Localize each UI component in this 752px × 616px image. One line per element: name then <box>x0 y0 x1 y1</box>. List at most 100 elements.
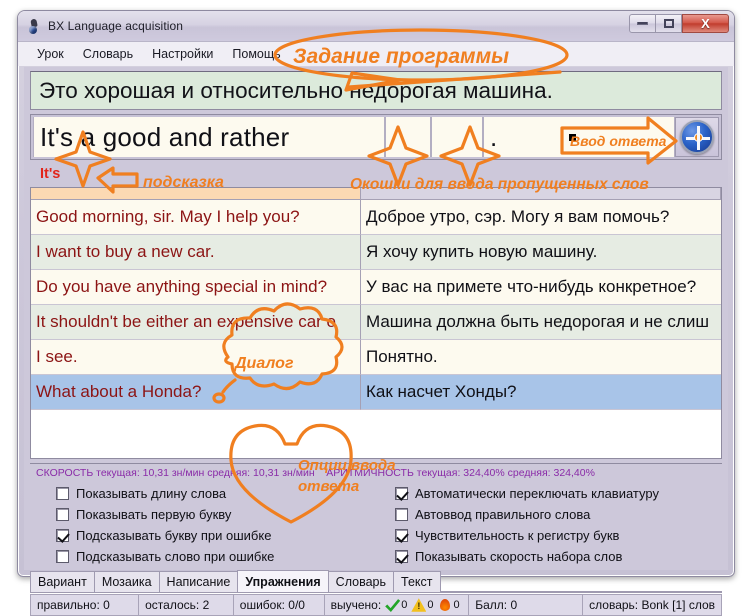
tab-napisanie[interactable]: Написание <box>158 571 239 592</box>
menu-nastroyki[interactable]: Настройки <box>143 44 223 64</box>
option-label: Чувствительность к регистру букв <box>415 528 620 543</box>
checkbox-icon[interactable] <box>395 508 408 521</box>
window-title: BX Language acquisition <box>48 19 184 33</box>
stats-line: СКОРОСТЬ текущая: 10,31 зн/мин средняя: … <box>36 467 718 479</box>
option-hint-word-on-error[interactable]: Подсказывать слово при ошибке <box>56 546 383 567</box>
submit-answer-button[interactable] <box>675 117 719 157</box>
minimize-button[interactable] <box>629 14 656 33</box>
compass-submit-icon <box>680 120 714 154</box>
options-panel: СКОРОСТЬ текущая: 10,31 зн/мин средняя: … <box>30 463 722 568</box>
dialog-en-3: Do you have anything special in mind? <box>31 270 361 305</box>
tab-slovar[interactable]: Словарь <box>327 571 395 592</box>
hint-text: It's <box>40 166 61 182</box>
status-learned-flame-count: 0 <box>453 599 460 611</box>
checkbox-icon[interactable] <box>56 508 69 521</box>
options-right-column: Автоматически переключать клавиатуру Авт… <box>383 483 722 567</box>
option-label: Автоввод правильного слова <box>415 507 591 522</box>
status-learned: выучено: 0 0 0 <box>323 594 469 616</box>
tab-uprazhneniya[interactable]: Упражнения <box>237 570 329 592</box>
answer-typed-text[interactable]: It's a good and rather <box>33 117 385 157</box>
answer-tail[interactable]: . <box>483 117 675 157</box>
answer-period: . <box>490 121 498 152</box>
client-area: Это хорошая и относительно недорогая маш… <box>24 67 728 616</box>
tab-mozaika[interactable]: Мозаика <box>93 571 160 592</box>
status-errors: ошибок: 0/0 <box>232 594 324 616</box>
close-button[interactable]: X <box>682 14 729 33</box>
option-autofill-correct-word[interactable]: Автоввод правильного слова <box>395 504 722 525</box>
dialog-table-filler <box>31 410 721 458</box>
maximize-icon <box>663 19 674 28</box>
menu-urok[interactable]: Урок <box>28 44 74 64</box>
status-score: Балл: 0 <box>468 594 583 616</box>
status-learned-warn-count: 0 <box>427 599 434 611</box>
option-label: Показывать длину слова <box>76 486 227 501</box>
hint-row: It's <box>30 162 722 186</box>
checkbox-checked-icon[interactable] <box>395 487 408 500</box>
gap-input-2[interactable] <box>431 117 483 157</box>
speed-average: средняя: 10,31 зн/мин <box>207 467 315 479</box>
dialog-header-russian[interactable] <box>361 188 721 200</box>
dialog-ru-2: Я хочу купить новую машину. <box>361 235 721 270</box>
tab-variant[interactable]: Вариант <box>30 571 95 592</box>
gap-input-1[interactable] <box>385 117 431 157</box>
dialog-en-4: It shouldn't be either an expensive car … <box>31 305 361 340</box>
application-window: BX Language acquisition X Урок Словарь Н… <box>17 10 735 616</box>
status-dictionary: словарь: Bonk [1] слов <box>582 594 723 616</box>
checkbox-checked-icon[interactable] <box>395 550 408 563</box>
dialog-ru-3: У вас на примете что-нибудь конкретное? <box>361 270 721 305</box>
option-label: Подсказывать букву при ошибке <box>76 528 272 543</box>
speed-label: СКОРОСТЬ <box>36 467 94 479</box>
dialog-en-5: I see. <box>31 340 361 375</box>
option-auto-switch-keyboard[interactable]: Автоматически переключать клавиатуру <box>395 483 722 504</box>
table-row[interactable]: I want to buy a new car. Я хочу купить н… <box>31 235 721 270</box>
task-prompt-text: Это хорошая и относительно недорогая маш… <box>39 77 553 103</box>
maximize-button[interactable] <box>655 14 682 33</box>
checkbox-checked-icon[interactable] <box>395 529 408 542</box>
checkbox-icon[interactable] <box>56 487 69 500</box>
table-row[interactable]: I see. Понятно. <box>31 340 721 375</box>
menu-pomosch[interactable]: Помощь <box>223 44 290 64</box>
option-label: Показывать скорость набора слов <box>415 549 623 564</box>
minimize-icon <box>637 22 648 25</box>
dialog-header-english[interactable] <box>31 188 361 200</box>
checkbox-checked-icon[interactable] <box>56 529 69 542</box>
arrhythmia-current: текущая: 324,40% <box>416 467 505 479</box>
table-row[interactable]: Do you have anything special in mind? У … <box>31 270 721 305</box>
dialog-ru-6: Как насчет Хонды? <box>361 375 721 410</box>
status-correct: правильно: 0 <box>30 594 139 616</box>
option-show-word-length[interactable]: Показывать длину слова <box>56 483 383 504</box>
table-row[interactable]: It shouldn't be either an expensive car … <box>31 305 721 340</box>
dialog-table-header <box>31 188 721 200</box>
status-learned-label: выучено: <box>330 598 382 612</box>
text-caret <box>569 133 577 141</box>
option-show-typing-speed[interactable]: Показывать скорость набора слов <box>395 546 722 567</box>
status-remaining: осталось: 2 <box>138 594 233 616</box>
options-columns: Показывать длину слова Показывать первую… <box>30 483 722 567</box>
table-row-selected[interactable]: What about a Honda? Как насчет Хонды? <box>31 375 721 410</box>
dialog-ru-1: Доброе утро, сэр. Могу я вам помочь? <box>361 200 721 235</box>
menu-slovar[interactable]: Словарь <box>74 44 143 64</box>
checkbox-icon[interactable] <box>56 550 69 563</box>
tab-tekst[interactable]: Текст <box>393 571 441 592</box>
tab-bar: Вариант Мозаика Написание Упражнения Сло… <box>30 570 722 593</box>
option-case-sensitive[interactable]: Чувствительность к регистру букв <box>395 525 722 546</box>
dialog-ru-4: Машина должна быть недорогая и не слиш <box>361 305 721 340</box>
arrhythmia-average: средняя: 324,40% <box>507 467 595 479</box>
dialog-table[interactable]: Good morning, sir. May I help you? Добро… <box>30 187 722 459</box>
option-label: Автоматически переключать клавиатуру <box>415 486 659 501</box>
speed-current: текущая: 10,31 зн/мин <box>96 467 205 479</box>
app-pin-icon <box>26 18 42 34</box>
dialog-en-6: What about a Honda? <box>31 375 361 410</box>
task-prompt-panel: Это хорошая и относительно недорогая маш… <box>30 71 722 110</box>
menu-bar: Урок Словарь Настройки Помощь <box>18 41 734 66</box>
option-hint-letter-on-error[interactable]: Подсказывать букву при ошибке <box>56 525 383 546</box>
option-label: Показывать первую букву <box>76 507 232 522</box>
status-bar: правильно: 0 осталось: 2 ошибок: 0/0 выу… <box>30 594 723 616</box>
tab-bar-filler <box>439 571 722 592</box>
warning-icon <box>411 598 426 612</box>
dialog-ru-5: Понятно. <box>361 340 721 375</box>
table-row[interactable]: Good morning, sir. May I help you? Добро… <box>31 200 721 235</box>
window-controls: X <box>629 14 729 33</box>
flame-icon <box>437 598 452 612</box>
option-show-first-letter[interactable]: Показывать первую букву <box>56 504 383 525</box>
